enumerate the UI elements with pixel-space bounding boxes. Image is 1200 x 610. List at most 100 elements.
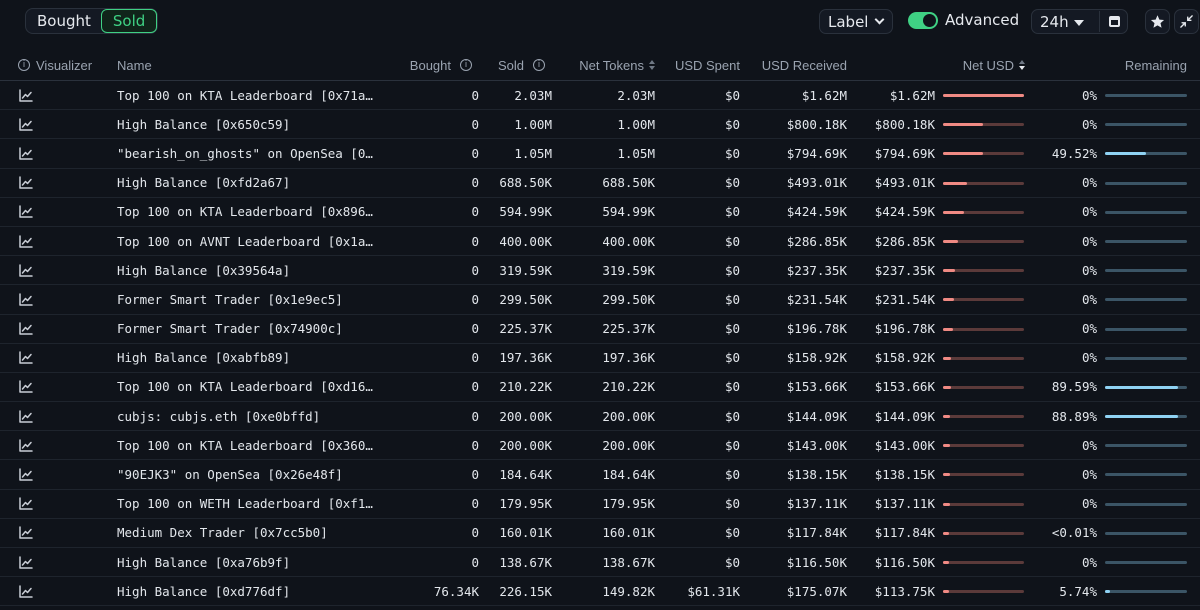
table-row[interactable]: Top 100 on KTA Leaderboard [0x896… 0 594.9… [0,198,1200,227]
cell-name[interactable]: High Balance [0xfd2a67] [117,169,379,197]
net-usd-bar-fill [943,415,951,419]
favorite-button[interactable] [1145,9,1170,34]
timeframe-value: 24h [1040,13,1069,31]
table-row[interactable]: Top 100 on KTA Leaderboard [0x71a… 0 2.03M… [0,81,1200,111]
cell-sold: 210.22K [499,379,552,395]
tab-sold[interactable]: Sold [100,9,158,33]
net-usd-bar [943,94,1024,97]
cell-name[interactable]: High Balance [0xa76b9f] [117,548,379,576]
cell-name[interactable]: "bearish_on_ghosts" on OpenSea [0… [117,139,379,167]
chart-line-icon[interactable] [19,490,39,518]
chart-line-icon[interactable] [19,285,39,313]
chart-line-icon[interactable] [19,519,39,547]
chart-line-icon[interactable] [19,344,39,372]
table-row[interactable]: "90EJK3" on OpenSea [0x26e48f] 0 184.64K 18… [0,460,1200,490]
advanced-toggle[interactable] [908,12,938,29]
chart-line-icon[interactable] [19,81,39,109]
cell-name[interactable]: cubjs: cubjs.eth [0xe0bffd] [117,402,379,430]
chart-line-icon[interactable] [19,431,39,459]
chart-line-icon[interactable] [19,315,39,343]
table-row[interactable]: Top 100 on AVNT Leaderboard [0x1a… 0 400.0… [0,227,1200,257]
chart-line-icon[interactable] [19,577,39,605]
cell-net-tokens: 160.01K [602,525,655,541]
chart-line-icon[interactable] [19,227,39,255]
header-bought[interactable]: Bought i [380,50,472,80]
cell-net-usd: $794.69K [874,145,935,161]
cell-name[interactable]: "90EJK3" on OpenSea [0x26e48f] [117,460,379,488]
header-name[interactable]: Name [117,50,237,80]
timeframe-dropdown[interactable]: 24h [1031,9,1128,34]
cell-name[interactable]: High Balance [0x650c59] [117,110,379,138]
net-usd-bar-fill [943,531,949,535]
calendar-button[interactable] [1099,11,1128,32]
net-usd-bar-fill [943,210,965,214]
header-usd-received[interactable]: USD Received [740,50,847,80]
cell-name[interactable]: Medium Dex Trader [0x7cc5b0] [117,519,379,547]
cell-usd-spent: $0 [724,262,740,278]
table-row[interactable]: Top 100 on KTA Leaderboard [0x360… 0 200.0… [0,431,1200,461]
table-row[interactable]: Top 100 on WETH Leaderboard [0xf1… 0 179.9… [0,490,1200,519]
chart-line-icon[interactable] [19,139,39,167]
cell-usd-received: $137.11K [786,496,847,512]
chart-line-icon[interactable] [19,373,39,401]
table-row[interactable]: High Balance [0x650c59] 0 1.00M 1.00M $0 $800… [0,110,1200,140]
tab-bought[interactable]: Bought [26,9,102,33]
cell-bought: 0 [471,262,479,278]
header-net-usd[interactable]: Net USD [900,50,1025,80]
cell-name[interactable]: Top 100 on AVNT Leaderboard [0x1a… [117,227,379,255]
collapse-button[interactable] [1174,9,1199,34]
chart-line-icon[interactable] [19,198,39,226]
cell-name[interactable]: Top 100 on KTA Leaderboard [0x360… [117,431,379,459]
remaining-bar [1105,590,1187,594]
cell-name[interactable]: Former Smart Trader [0x74900c] [117,315,379,343]
table-row[interactable]: Medium Dex Trader [0x7cc5b0] 0 160.01K 160.… [0,519,1200,548]
header-sold[interactable]: Sold i [470,50,545,80]
cell-usd-received: $424.59K [786,204,847,220]
table-row[interactable]: cubjs: cubjs.eth [0xe0bffd] 0 200.00K 200.0… [0,402,1200,432]
cell-net-usd: $800.18K [874,116,935,132]
cell-usd-spent: $0 [724,204,740,220]
net-usd-bar [943,123,1024,127]
table-row[interactable]: High Balance [0xa76b9f] 0 138.67K 138.67K $0… [0,548,1200,578]
cell-net-usd: $286.85K [874,233,935,249]
remaining-bar [1105,210,1187,214]
cell-bought: 0 [471,525,479,541]
chart-line-icon[interactable] [19,402,39,430]
chart-line-icon[interactable] [19,460,39,488]
table-row[interactable]: Former Smart Trader [0x74900c] 0 225.37K 22… [0,315,1200,344]
calendar-icon [1109,16,1120,27]
table-row[interactable]: Top 100 on KTA Leaderboard [0xd16… 0 210.2… [0,373,1200,403]
label-dropdown[interactable]: Label [819,9,893,34]
cell-sold: 226.15K [499,583,552,599]
header-visualizer[interactable]: i Visualizer [18,50,108,80]
table-row[interactable]: High Balance [0xfd2a67] 0 688.50K 688.50K $0… [0,169,1200,198]
cell-usd-spent: $0 [724,145,740,161]
chart-line-icon[interactable] [19,169,39,197]
cell-name[interactable]: High Balance [0xd776df] [117,577,379,605]
cell-name[interactable]: Former Smart Trader [0x1e9ec5] [117,285,379,313]
cell-name[interactable]: Top 100 on KTA Leaderboard [0x71a… [117,81,379,109]
header-remaining[interactable]: Remaining [1080,50,1187,80]
table-row[interactable]: High Balance [0xd776df] 76.34K 226.15K 149.… [0,577,1200,607]
cell-bought: 0 [471,350,479,366]
chart-line-icon[interactable] [19,110,39,138]
net-usd-bar-fill [943,590,949,594]
cell-name[interactable]: High Balance [0xabfb89] [117,344,379,372]
header-net-tokens[interactable]: Net Tokens [545,50,655,80]
cell-bought: 0 [471,437,479,453]
advanced-label: Advanced [945,11,1020,29]
cell-name[interactable]: Top 100 on KTA Leaderboard [0xd16… [117,373,379,401]
cell-usd-received: $231.54K [786,291,847,307]
table-row[interactable]: "bearish_on_ghosts" on OpenSea [0… 0 1.05M… [0,139,1200,169]
table-row[interactable]: High Balance [0x39564a] 0 319.59K 319.59K $0… [0,256,1200,286]
chart-line-icon[interactable] [19,548,39,576]
header-usd-spent[interactable]: USD Spent [655,50,740,80]
cell-name[interactable]: High Balance [0x39564a] [117,256,379,284]
cell-usd-received: $286.85K [786,233,847,249]
chart-line-icon[interactable] [19,256,39,284]
cell-name[interactable]: Top 100 on WETH Leaderboard [0xf1… [117,490,379,518]
cell-name[interactable]: Top 100 on KTA Leaderboard [0x896… [117,198,379,226]
cell-bought: 0 [471,116,479,132]
table-row[interactable]: Former Smart Trader [0x1e9ec5] 0 299.50K 29… [0,285,1200,315]
table-row[interactable]: High Balance [0xabfb89] 0 197.36K 197.36K $0… [0,344,1200,373]
